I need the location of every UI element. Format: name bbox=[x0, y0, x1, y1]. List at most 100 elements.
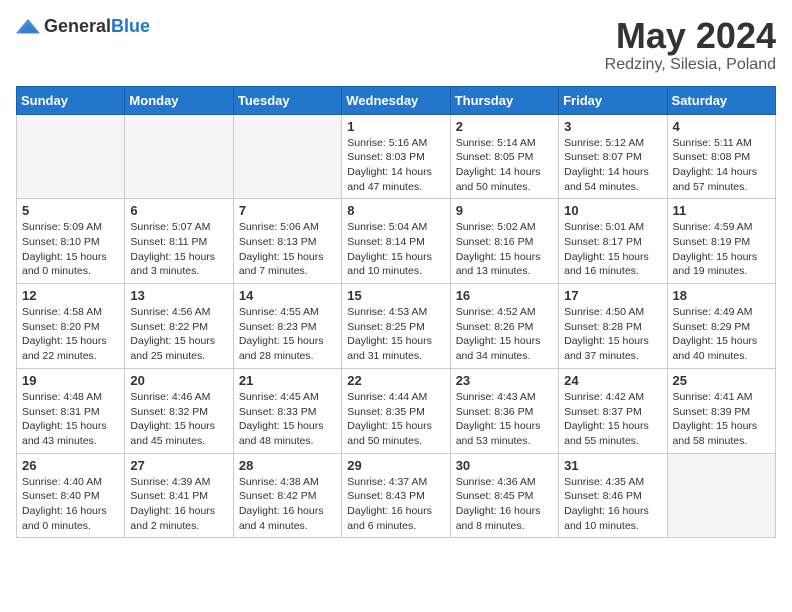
title-block: May 2024 Redziny, Silesia, Poland bbox=[605, 16, 776, 74]
calendar-week-row: 26Sunrise: 4:40 AMSunset: 8:40 PMDayligh… bbox=[17, 453, 776, 538]
day-number: 20 bbox=[130, 373, 227, 388]
daylight-text: and 53 minutes. bbox=[456, 435, 531, 447]
calendar-cell: 19Sunrise: 4:48 AMSunset: 8:31 PMDayligh… bbox=[17, 368, 125, 453]
sunrise-text: Sunrise: 5:01 AM bbox=[564, 221, 644, 233]
calendar-cell: 5Sunrise: 5:09 AMSunset: 8:10 PMDaylight… bbox=[17, 199, 125, 284]
calendar-week-row: 19 Sunrise: 4:48 AM Sunset: 8:31 PM Dayligh… bbox=[17, 368, 776, 453]
calendar-cell: 9Sunrise: 5:02 AMSunset: 8:16 PMDaylight… bbox=[450, 199, 558, 284]
sunset-text: Sunset: 8:43 PM bbox=[347, 490, 425, 502]
sunrise-text: Sunrise: 4:48 AM bbox=[22, 391, 102, 403]
calendar-cell bbox=[17, 114, 125, 199]
day-info: Sunrise: 5:04 AMSunset: 8:14 PMDaylight:… bbox=[347, 220, 444, 279]
daylight-text: Daylight: 15 hours bbox=[130, 420, 215, 432]
sunrise-text: Sunrise: 4:44 AM bbox=[347, 391, 427, 403]
day-number: 17 bbox=[564, 288, 661, 303]
calendar-cell: 26Sunrise: 4:40 AMSunset: 8:40 PMDayligh… bbox=[17, 453, 125, 538]
weekday-header-saturday: Saturday bbox=[667, 86, 775, 114]
sunset-text: Sunset: 8:25 PM bbox=[347, 321, 425, 333]
day-info: Sunrise: 4:56 AMSunset: 8:22 PMDaylight:… bbox=[130, 305, 227, 364]
calendar-cell: 14 Sunrise: 4:55 AMSunset: 8:23 PMDayligh… bbox=[233, 284, 341, 369]
daylight-text: Daylight: 15 hours bbox=[347, 251, 432, 263]
sunset-text: Sunset: 8:35 PM bbox=[347, 406, 425, 418]
day-info: Sunrise: 4:35 AMSunset: 8:46 PMDaylight:… bbox=[564, 475, 661, 534]
day-info: Sunrise: 5:07 AMSunset: 8:11 PMDaylight:… bbox=[130, 220, 227, 279]
sunset-text: Sunset: 8:31 PM bbox=[22, 406, 100, 418]
day-info: Sunrise: 4:50 AMSunset: 8:28 PMDaylight:… bbox=[564, 305, 661, 364]
daylight-text: and 10 minutes. bbox=[564, 520, 639, 532]
day-number: 9 bbox=[456, 203, 553, 218]
daylight-text: Daylight: 15 hours bbox=[456, 335, 541, 347]
sunrise-text: Sunrise: 5:02 AM bbox=[456, 221, 536, 233]
day-info: Sunrise: 4:45 AMSunset: 8:33 PMDaylight:… bbox=[239, 390, 336, 449]
day-info: Sunrise: 4:37 AMSunset: 8:43 PMDaylight:… bbox=[347, 475, 444, 534]
day-number: 5 bbox=[22, 203, 119, 218]
daylight-text: and 6 minutes. bbox=[347, 520, 416, 532]
daylight-text: and 48 minutes. bbox=[239, 435, 314, 447]
daylight-text: Daylight: 15 hours bbox=[239, 251, 324, 263]
sunrise-text: Sunrise: 5:06 AM bbox=[239, 221, 319, 233]
daylight-text: and 31 minutes. bbox=[347, 350, 422, 362]
sunrise-text: Sunrise: 4:41 AM bbox=[673, 391, 753, 403]
daylight-text: and 2 minutes. bbox=[130, 520, 199, 532]
day-number: 30 bbox=[456, 458, 553, 473]
daylight-text: and 3 minutes. bbox=[130, 265, 199, 277]
calendar-week-row: 1Sunrise: 5:16 AMSunset: 8:03 PMDaylight… bbox=[17, 114, 776, 199]
calendar-week-row: 5Sunrise: 5:09 AMSunset: 8:10 PMDaylight… bbox=[17, 199, 776, 284]
sunset-text: Sunset: 8:20 PM bbox=[22, 321, 100, 333]
day-number: 26 bbox=[22, 458, 119, 473]
calendar-cell: 2Sunrise: 5:14 AMSunset: 8:05 PMDaylight… bbox=[450, 114, 558, 199]
daylight-text: Daylight: 15 hours bbox=[239, 420, 324, 432]
sunrise-text: Sunrise: 4:49 AM bbox=[673, 306, 753, 318]
sunset-text: Sunset: 8:32 PM bbox=[130, 406, 208, 418]
logo-icon bbox=[16, 17, 40, 37]
sunset-text: Sunset: 8:42 PM bbox=[239, 490, 317, 502]
sunset-text: Sunset: 8:39 PM bbox=[673, 406, 751, 418]
weekday-header-thursday: Thursday bbox=[450, 86, 558, 114]
daylight-text: and 4 minutes. bbox=[239, 520, 308, 532]
day-number: 28 bbox=[239, 458, 336, 473]
day-number: 1 bbox=[347, 119, 444, 134]
day-number: 4 bbox=[673, 119, 770, 134]
daylight-text: and 43 minutes. bbox=[22, 435, 97, 447]
day-number: 13 bbox=[130, 288, 227, 303]
day-info: Sunrise: 4:59 AMSunset: 8:19 PMDaylight:… bbox=[673, 220, 770, 279]
calendar-cell: 6 Sunrise: 5:07 AMSunset: 8:11 PMDaylight… bbox=[125, 199, 233, 284]
sunset-text: Sunset: 8:40 PM bbox=[22, 490, 100, 502]
daylight-text: Daylight: 15 hours bbox=[673, 251, 758, 263]
daylight-text: Daylight: 14 hours bbox=[564, 166, 649, 178]
calendar-cell: 3Sunrise: 5:12 AMSunset: 8:07 PMDaylight… bbox=[559, 114, 667, 199]
daylight-text: Daylight: 16 hours bbox=[130, 505, 215, 517]
sunset-text: Sunset: 8:17 PM bbox=[564, 236, 642, 248]
month-title: May 2024 bbox=[605, 16, 776, 56]
day-number: 19 bbox=[22, 373, 119, 388]
day-info: Sunrise: 5:06 AM Sunset: 8:13 PM Daylight:… bbox=[239, 220, 336, 279]
day-number: 14 bbox=[239, 288, 336, 303]
daylight-text: Daylight: 15 hours bbox=[673, 335, 758, 347]
daylight-text: and 25 minutes. bbox=[130, 350, 205, 362]
day-info: Sunrise: 5:01 AMSunset: 8:17 PMDaylight:… bbox=[564, 220, 661, 279]
day-info: Sunrise: 5:11 AMSunset: 8:08 PMDaylight:… bbox=[673, 136, 770, 195]
page-header: GeneralBlue May 2024 Redziny, Silesia, P… bbox=[16, 16, 776, 74]
day-number: 8 bbox=[347, 203, 444, 218]
calendar-cell: 10Sunrise: 5:01 AMSunset: 8:17 PMDayligh… bbox=[559, 199, 667, 284]
sunrise-text: Sunrise: 4:43 AM bbox=[456, 391, 536, 403]
location-title: Redziny, Silesia, Poland bbox=[605, 56, 776, 74]
day-info: Sunrise: 4:52 AMSunset: 8:26 PMDaylight:… bbox=[456, 305, 553, 364]
daylight-text: and 8 minutes. bbox=[456, 520, 525, 532]
day-number: 24 bbox=[564, 373, 661, 388]
sunrise-text: Sunrise: 4:38 AM bbox=[239, 476, 319, 488]
day-number: 16 bbox=[456, 288, 553, 303]
calendar-cell: 1Sunrise: 5:16 AMSunset: 8:03 PMDaylight… bbox=[342, 114, 450, 199]
daylight-text: Daylight: 15 hours bbox=[673, 420, 758, 432]
daylight-text: Daylight: 16 hours bbox=[564, 505, 649, 517]
calendar-cell: 25Sunrise: 4:41 AMSunset: 8:39 PMDayligh… bbox=[667, 368, 775, 453]
daylight-text: Daylight: 15 hours bbox=[239, 335, 324, 347]
day-info: Sunrise: 4:55 AMSunset: 8:23 PMDaylight:… bbox=[239, 305, 336, 364]
calendar-cell: 24Sunrise: 4:42 AMSunset: 8:37 PMDayligh… bbox=[559, 368, 667, 453]
sunset-text: Sunset: 8:13 PM bbox=[239, 236, 317, 248]
calendar-cell: 11Sunrise: 4:59 AMSunset: 8:19 PMDayligh… bbox=[667, 199, 775, 284]
daylight-text: Daylight: 15 hours bbox=[347, 335, 432, 347]
day-number: 6 bbox=[130, 203, 227, 218]
calendar-cell: 29Sunrise: 4:37 AMSunset: 8:43 PMDayligh… bbox=[342, 453, 450, 538]
sunrise-text: Sunrise: 4:46 AM bbox=[130, 391, 210, 403]
